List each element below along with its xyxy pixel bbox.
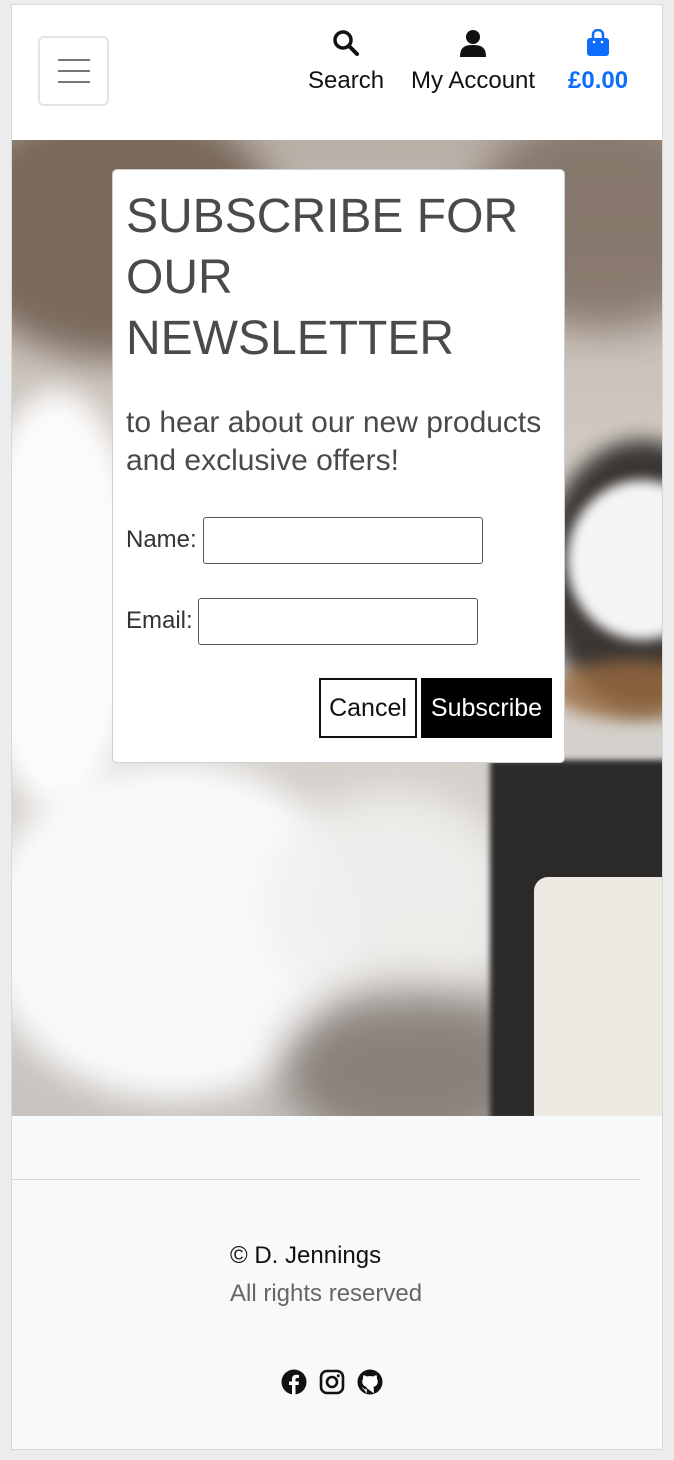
instagram-icon[interactable] bbox=[319, 1369, 345, 1395]
cart-total: £0.00 bbox=[568, 67, 629, 94]
footer-rights: All rights reserved bbox=[230, 1280, 423, 1307]
cancel-button[interactable]: Cancel bbox=[319, 678, 417, 738]
facebook-icon[interactable] bbox=[281, 1369, 307, 1395]
modal-subtitle: to hear about our new products and exclu… bbox=[126, 406, 542, 477]
github-icon[interactable] bbox=[357, 1369, 383, 1395]
social-links bbox=[281, 1369, 383, 1395]
nav-search-link[interactable]: Search bbox=[308, 27, 384, 93]
user-icon bbox=[460, 27, 487, 59]
site-header: Search My Account £0.00 bbox=[12, 5, 662, 140]
footer-divider bbox=[12, 1179, 640, 1180]
site-footer: © D. Jennings All rights reserved bbox=[12, 1116, 662, 1449]
page-frame: Search My Account £0.00 SUBSCRIBE FOR OU… bbox=[11, 4, 663, 1450]
nav-cart-link[interactable]: £0.00 bbox=[568, 27, 628, 93]
footer-copyright: © D. Jennings bbox=[230, 1242, 382, 1269]
hamburger-icon-bar bbox=[57, 70, 90, 72]
nav-account-label: My Account bbox=[411, 67, 536, 94]
shopping-bag-icon bbox=[586, 27, 610, 59]
email-label: Email: bbox=[126, 607, 193, 634]
hamburger-icon-bar bbox=[57, 59, 90, 61]
modal-title: SUBSCRIBE FOR OUR NEWSLETTER bbox=[126, 190, 519, 365]
menu-toggle-button[interactable] bbox=[38, 36, 109, 106]
hamburger-icon-bar bbox=[57, 81, 90, 83]
nav-account-link[interactable]: My Account bbox=[411, 27, 535, 93]
name-label: Name: bbox=[126, 526, 197, 553]
nav-search-label: Search bbox=[308, 67, 385, 94]
newsletter-modal: SUBSCRIBE FOR OUR NEWSLETTER to hear abo… bbox=[112, 169, 565, 763]
subscribe-button[interactable]: Subscribe bbox=[421, 678, 552, 738]
search-icon bbox=[332, 27, 360, 59]
name-input[interactable] bbox=[203, 517, 483, 564]
email-input[interactable] bbox=[198, 598, 478, 645]
